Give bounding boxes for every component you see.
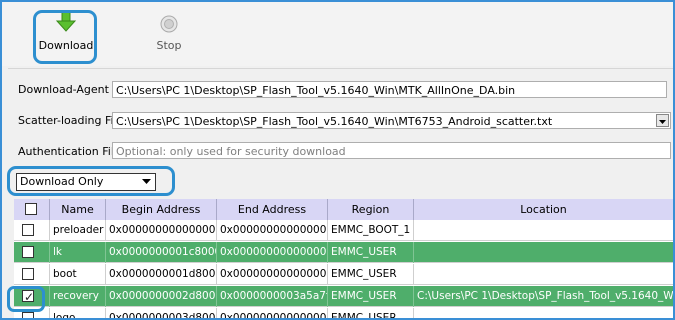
row-checkbox[interactable] bbox=[22, 268, 34, 280]
header-select-all[interactable] bbox=[14, 199, 50, 220]
table-row[interactable]: logo 0x0000000003d80000 0x0000000000000000… bbox=[14, 308, 673, 318]
end-address-cell: 0x0000000000000000 bbox=[217, 242, 328, 263]
header-begin-address[interactable]: Begin Address bbox=[106, 199, 217, 220]
end-address-cell: 0x0000000003a5a7ff bbox=[217, 286, 328, 307]
download-agent-label: Download-Agent bbox=[18, 83, 109, 96]
toolbar: Download Stop bbox=[2, 2, 673, 66]
table-header: Name Begin Address End Address Region Lo… bbox=[14, 199, 673, 220]
auth-file-field[interactable]: Optional: only used for security downloa… bbox=[112, 142, 671, 159]
row-checkbox[interactable] bbox=[22, 312, 34, 318]
row-checkbox[interactable] bbox=[22, 224, 34, 236]
scatter-loading-label: Scatter-loading File bbox=[18, 114, 124, 127]
name-cell: logo bbox=[50, 308, 106, 318]
header-region[interactable]: Region bbox=[328, 199, 414, 220]
location-cell: C:\Users\PC 1\Desktop\SP_Flash_Tool_v5.1… bbox=[417, 290, 673, 302]
table-row[interactable]: boot 0x0000000001d80000 0x0000000000000000… bbox=[14, 264, 673, 285]
select-cell[interactable] bbox=[14, 242, 50, 263]
begin-address-cell: 0x0000000002d80000 bbox=[106, 286, 217, 307]
begin-address-cell: 0x0000000000000000 bbox=[106, 220, 217, 241]
location-cell bbox=[414, 308, 673, 318]
begin-address-cell: 0x0000000001d80000 bbox=[106, 264, 217, 285]
mode-highlight-ring bbox=[7, 166, 175, 196]
download-highlight-ring bbox=[33, 10, 97, 64]
auth-file-label: Authentication File bbox=[18, 145, 121, 158]
stop-button[interactable]: Stop bbox=[139, 6, 199, 56]
table-row[interactable]: preloader 0x0000000000000000 0x00000000000… bbox=[14, 220, 673, 241]
location-cell bbox=[414, 264, 673, 285]
select-cell[interactable] bbox=[14, 264, 50, 285]
region-cell: EMMC_USER bbox=[328, 242, 414, 263]
region-cell: EMMC_USER bbox=[328, 308, 414, 318]
begin-address-cell: 0x0000000001c80000 bbox=[106, 242, 217, 263]
table-row[interactable]: ✓ recovery 0x0000000002d80000 0x0000000003a… bbox=[14, 286, 673, 307]
region-cell: EMMC_USER bbox=[328, 264, 414, 285]
recovery-checkbox-highlight-ring bbox=[7, 286, 45, 312]
name-cell: lk bbox=[50, 242, 106, 263]
combo-dropdown-arrow-icon[interactable] bbox=[656, 114, 669, 127]
table-row[interactable]: lk 0x0000000001c80000 0x0000000000000000 EM… bbox=[14, 242, 673, 263]
region-cell: EMMC_USER bbox=[328, 286, 414, 307]
header-end-address[interactable]: End Address bbox=[217, 199, 328, 220]
select-cell[interactable] bbox=[14, 220, 50, 241]
location-cell bbox=[414, 242, 673, 263]
flash-tool-window: Download Stop Download-Agent C:\Users\PC… bbox=[0, 0, 675, 320]
scatter-loading-combo[interactable]: C:\Users\PC 1\Desktop\SP_Flash_Tool_v5.1… bbox=[112, 112, 671, 129]
stop-icon bbox=[160, 15, 178, 33]
name-cell: preloader bbox=[50, 220, 106, 241]
end-address-cell: 0x0000000000000000 bbox=[217, 220, 328, 241]
header-location[interactable]: Location bbox=[414, 199, 673, 220]
scatter-loading-value: C:\Users\PC 1\Desktop\SP_Flash_Tool_v5.1… bbox=[116, 115, 553, 128]
stop-label: Stop bbox=[156, 39, 182, 52]
location-cell bbox=[414, 220, 673, 241]
row-checkbox[interactable] bbox=[22, 246, 34, 258]
select-all-checkbox[interactable] bbox=[25, 203, 37, 215]
end-address-cell: 0x0000000000000000 bbox=[217, 264, 328, 285]
end-address-cell: 0x0000000000000000 bbox=[217, 308, 328, 318]
partition-table: Name Begin Address End Address Region Lo… bbox=[14, 199, 673, 318]
begin-address-cell: 0x0000000003d80000 bbox=[106, 308, 217, 318]
download-agent-field[interactable]: C:\Users\PC 1\Desktop\SP_Flash_Tool_v5.1… bbox=[112, 81, 667, 98]
name-cell: boot bbox=[50, 264, 106, 285]
region-cell: EMMC_BOOT_1 bbox=[328, 220, 414, 241]
chevron-down-icon bbox=[659, 120, 666, 124]
header-name[interactable]: Name bbox=[50, 199, 106, 220]
name-cell: recovery bbox=[50, 286, 106, 307]
